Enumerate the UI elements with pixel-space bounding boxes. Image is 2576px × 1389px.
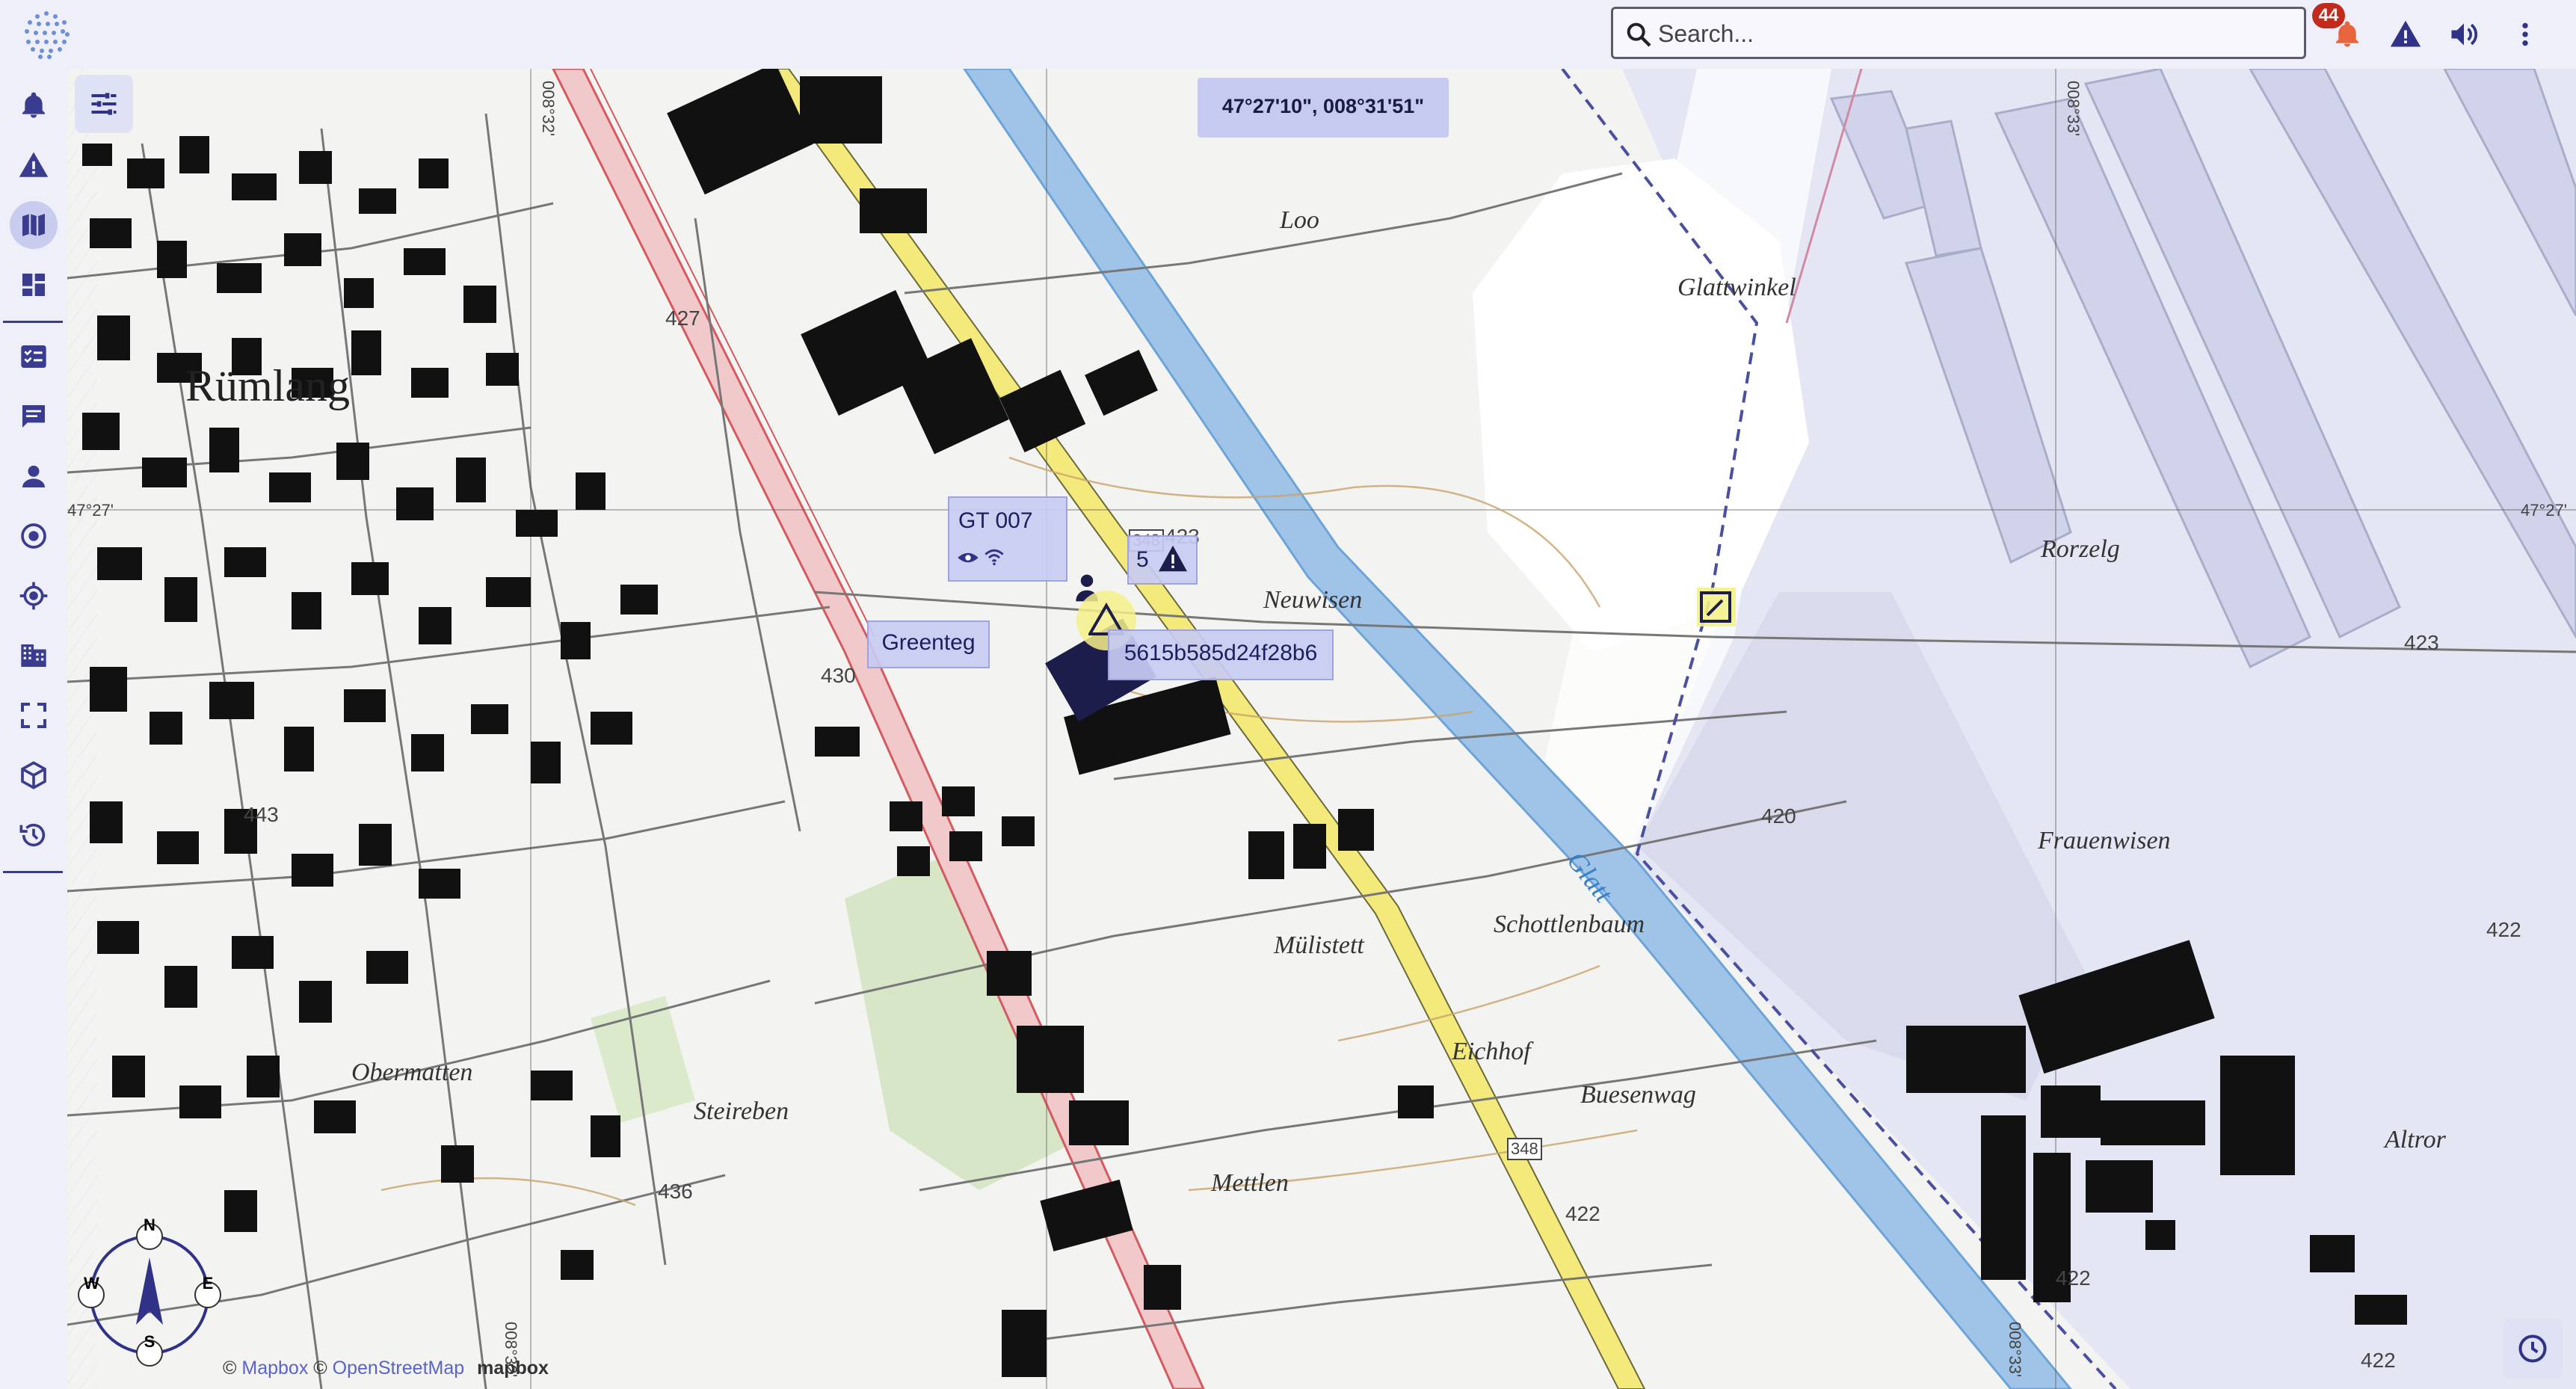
alerts-button[interactable]: [2382, 10, 2429, 58]
map-view[interactable]: Rümlang Loo Glattwinkel Rorzelg Neuwisen…: [67, 69, 2576, 1389]
map-filter-button[interactable]: [75, 75, 133, 133]
place-label: Eichhof: [1452, 1038, 1531, 1065]
sidebar-item-notifications[interactable]: [10, 81, 58, 129]
elevation-label: 422: [2056, 1266, 2091, 1290]
eye-icon: [958, 552, 979, 563]
grid-label: 008°32': [539, 80, 558, 137]
elevation-label: 430: [821, 664, 856, 687]
place-label: Mülistett: [1274, 931, 1364, 959]
place-label: Frauenwisen: [2038, 827, 2171, 854]
sidebar-item-history[interactable]: [10, 811, 58, 859]
elevation-label: 422: [2361, 1349, 2396, 1372]
sidebar-item-messages[interactable]: [10, 392, 58, 440]
sidebar-item-assets[interactable]: [10, 751, 58, 799]
warning-icon: [2390, 20, 2421, 47]
device-name: GT 007: [958, 508, 1033, 533]
volume-icon: [2451, 23, 2477, 46]
place-label: Schottlenbaum: [1494, 911, 1645, 938]
location-crosshair-icon: [19, 582, 48, 610]
elevation-label: 443: [244, 803, 279, 826]
sidebar-item-map[interactable]: [10, 201, 58, 249]
place-label: Steireben: [694, 1097, 789, 1125]
device-marker[interactable]: GT 007: [948, 496, 1067, 582]
road-number: 348: [1507, 1138, 1542, 1160]
elevation-label: 422: [1565, 1202, 1600, 1225]
grid-label: 47°27': [67, 501, 114, 520]
search-input[interactable]: [1657, 15, 2295, 52]
grid-label: 008°33': [2006, 1321, 2025, 1378]
elevation-label: 420: [1761, 804, 1796, 828]
timeline-button[interactable]: [2503, 1319, 2563, 1379]
elevation-label: 423: [2404, 631, 2439, 654]
search-box[interactable]: [1611, 7, 2306, 59]
coordinate-readout: 47°27'10", 008°31'51": [1198, 78, 1449, 138]
clock-icon: [2518, 1334, 2547, 1363]
sidebar-item-zones[interactable]: [10, 692, 58, 739]
person-icon: [22, 465, 45, 487]
place-label: Neuwisen: [1263, 586, 1363, 614]
elevation-label: 436: [658, 1180, 693, 1203]
hex-dot-logo[interactable]: [18, 6, 75, 63]
sidebar-divider: [3, 871, 63, 873]
sidebar: [0, 69, 67, 1389]
sidebar-divider: [3, 321, 63, 323]
notification-count-badge: 44: [2312, 3, 2345, 28]
tune-icon: [91, 93, 117, 115]
dashboard-icon: [22, 274, 45, 296]
compass-north: N: [144, 1216, 155, 1234]
sidebar-item-locate[interactable]: [10, 572, 58, 620]
place-label: Buesenwag: [1580, 1081, 1696, 1109]
top-bar: 44: [0, 0, 2576, 69]
building-icon: [21, 644, 46, 667]
history-icon: [19, 823, 46, 847]
compass-south: S: [144, 1332, 155, 1351]
openstreetmap-link[interactable]: OpenStreetMap: [333, 1358, 465, 1379]
device-id-label[interactable]: 5615b585d24f28b6: [1108, 629, 1334, 680]
chat-icon: [22, 405, 45, 428]
compass-west: W: [84, 1274, 99, 1293]
compass-east: E: [202, 1274, 214, 1293]
zone-label-greenteg[interactable]: Greenteg: [867, 620, 990, 668]
place-label: Glattwinkel: [1677, 274, 1796, 301]
alert-cluster-marker[interactable]: 5: [1127, 535, 1198, 585]
grid-label: 47°27': [2521, 501, 2567, 520]
place-label: Rorzelg: [2041, 535, 2120, 563]
map-icon: [22, 214, 45, 236]
bell-icon: [22, 92, 45, 118]
sidebar-item-alerts[interactable]: [10, 141, 58, 189]
place-label: Loo: [1280, 206, 1319, 234]
sidebar-item-tasks[interactable]: [10, 333, 58, 381]
more-vert-icon: [2522, 22, 2528, 46]
sidebar-item-users[interactable]: [10, 452, 58, 500]
checklist-icon: [21, 345, 46, 368]
wifi-icon: [985, 549, 1004, 566]
warning-icon: [1159, 545, 1187, 572]
grid-label: 008°33': [2064, 80, 2083, 137]
warning-icon: [19, 152, 49, 177]
search-icon: [1627, 22, 1651, 47]
target-icon: [21, 523, 46, 549]
place-label: Mettlen: [1211, 1169, 1289, 1197]
map-base: [67, 69, 2576, 1389]
elevation-label: 422: [2486, 918, 2521, 941]
map-attribution: © Mapbox © OpenStreetMap mapbox: [223, 1358, 549, 1379]
sidebar-item-buildings[interactable]: [10, 632, 58, 680]
elevation-label: 427: [665, 307, 700, 330]
place-label: Rümlang: [185, 361, 350, 410]
sidebar-item-targets[interactable]: [10, 512, 58, 560]
alert-cluster-count: 5: [1136, 547, 1149, 572]
mapbox-link[interactable]: Mapbox: [241, 1358, 308, 1379]
fullscreen-icon: [21, 703, 46, 728]
sound-button[interactable]: [2440, 10, 2488, 58]
place-label: Obermatten: [351, 1059, 473, 1086]
mapbox-logo: mapbox: [477, 1358, 549, 1379]
place-label: Altror: [2385, 1126, 2446, 1154]
menu-button[interactable]: [2501, 10, 2549, 58]
sidebar-item-dashboard[interactable]: [10, 261, 58, 309]
cube-icon: [21, 761, 46, 789]
